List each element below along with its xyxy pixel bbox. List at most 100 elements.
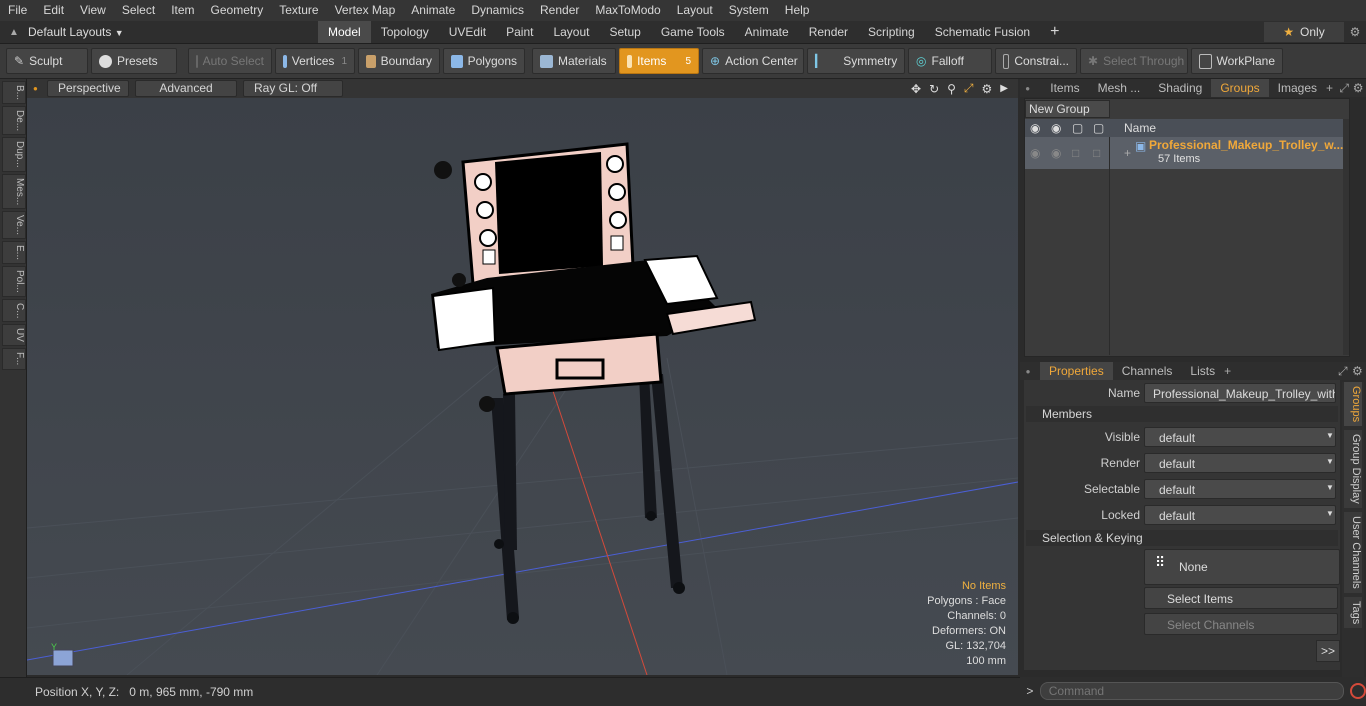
vertices-button[interactable]: Vertices 1 bbox=[275, 48, 355, 74]
rail-tab-basic[interactable]: B... bbox=[2, 81, 26, 105]
only-toggle[interactable]: ★ Only bbox=[1264, 22, 1344, 42]
render-dropdown[interactable]: default bbox=[1144, 453, 1336, 473]
boundary-button[interactable]: Boundary bbox=[358, 48, 440, 74]
group-render-toggle[interactable]: ◉ bbox=[1051, 146, 1061, 160]
rail-tab-uv[interactable]: UV bbox=[2, 324, 26, 347]
sculpt-button[interactable]: ✎ Sculpt bbox=[6, 48, 88, 74]
command-input[interactable] bbox=[1039, 682, 1345, 700]
expand-icon[interactable]: ⤢ bbox=[1339, 81, 1352, 96]
rail-tab-vertex[interactable]: Ve... bbox=[2, 211, 26, 240]
keying-none-button[interactable]: ⠿ None bbox=[1144, 549, 1340, 585]
symmetry-button[interactable]: ▎ Symmetry bbox=[807, 48, 905, 74]
tab-layout[interactable]: Layout bbox=[543, 21, 599, 43]
menu-layout[interactable]: Layout bbox=[669, 0, 721, 21]
menu-view[interactable]: View bbox=[72, 0, 114, 21]
menu-item[interactable]: Item bbox=[163, 0, 202, 21]
selectable-dropdown[interactable]: default bbox=[1144, 479, 1336, 499]
layout-preset-dropdown[interactable]: Default Layouts ▼ bbox=[28, 25, 318, 39]
rail-tab-polygon[interactable]: Pol... bbox=[2, 266, 26, 297]
tab-properties[interactable]: Properties bbox=[1040, 362, 1113, 380]
more-button[interactable]: >> bbox=[1316, 640, 1340, 662]
menu-texture[interactable]: Texture bbox=[271, 0, 326, 21]
group-visible-toggle[interactable]: ◉ bbox=[1030, 146, 1040, 160]
tab-shading[interactable]: Shading bbox=[1149, 79, 1211, 97]
record-stop-icon[interactable] bbox=[1350, 683, 1366, 699]
lock-icon[interactable]: ▢ bbox=[1072, 121, 1083, 135]
action-center-button[interactable]: ⊕ Action Center bbox=[702, 48, 804, 74]
tab-channels[interactable]: Channels bbox=[1113, 362, 1182, 380]
menu-render[interactable]: Render bbox=[532, 0, 587, 21]
groups-scrollbar[interactable] bbox=[1343, 119, 1349, 355]
constraints-button[interactable]: Constrai... bbox=[995, 48, 1077, 74]
panel-dot-icon[interactable]: ● bbox=[1020, 84, 1035, 93]
move-view-icon[interactable]: ✥ bbox=[911, 82, 921, 96]
polygons-button[interactable]: Polygons bbox=[443, 48, 525, 74]
visibility-eye-icon[interactable]: ◉ bbox=[1030, 121, 1040, 135]
side-tab-user-channels[interactable]: User Channels bbox=[1344, 511, 1362, 593]
tab-lists[interactable]: Lists bbox=[1181, 362, 1224, 380]
items-button[interactable]: Items 5 bbox=[619, 48, 699, 74]
menu-help[interactable]: Help bbox=[777, 0, 818, 21]
side-tab-group-display[interactable]: Group Display bbox=[1344, 430, 1362, 508]
gear-icon[interactable]: ⚙ bbox=[1344, 25, 1366, 39]
group-select-toggle[interactable]: □ bbox=[1093, 146, 1100, 160]
menu-file[interactable]: File bbox=[0, 0, 35, 21]
tab-uvedit[interactable]: UVEdit bbox=[439, 21, 496, 43]
add-tab-button[interactable]: + bbox=[1040, 21, 1069, 43]
3d-viewport[interactable]: Y No Items Polygons : Face Channels: 0 D… bbox=[27, 98, 1018, 675]
render-icon[interactable]: ◉ bbox=[1051, 121, 1061, 135]
rail-tab-duplicate[interactable]: Dup... bbox=[2, 137, 26, 172]
side-tab-tags[interactable]: Tags bbox=[1344, 596, 1362, 628]
add-panel-tab-icon[interactable]: + bbox=[1326, 81, 1339, 95]
menu-geometry[interactable]: Geometry bbox=[203, 0, 272, 21]
members-section[interactable]: Members bbox=[1026, 406, 1338, 422]
rail-tab-curve[interactable]: C... bbox=[2, 298, 26, 323]
menu-vertex-map[interactable]: Vertex Map bbox=[327, 0, 404, 21]
menu-edit[interactable]: Edit bbox=[35, 0, 72, 21]
group-list-item[interactable]: ◉ ◉ □ □ + ▣ Professional_Makeup_Trolley_… bbox=[1025, 137, 1347, 169]
viewport-play-icon[interactable]: ▶ bbox=[1000, 83, 1008, 94]
rail-tab-deform[interactable]: De... bbox=[2, 106, 26, 136]
menu-dynamics[interactable]: Dynamics bbox=[463, 0, 532, 21]
side-tab-groups[interactable]: Groups bbox=[1344, 382, 1362, 427]
fit-view-icon[interactable]: ⤢ bbox=[964, 81, 974, 96]
tab-render[interactable]: Render bbox=[799, 21, 858, 43]
selection-keying-section[interactable]: Selection & Keying bbox=[1026, 530, 1338, 546]
menu-animate[interactable]: Animate bbox=[403, 0, 463, 21]
rail-tab-mesh-edit[interactable]: Mes... bbox=[2, 173, 26, 210]
tab-images[interactable]: Images bbox=[1269, 79, 1326, 97]
menu-maxtomodo[interactable]: MaxToModo bbox=[587, 0, 668, 21]
viewport-dot-icon[interactable]: ● bbox=[33, 84, 41, 93]
locked-dropdown[interactable]: default bbox=[1144, 505, 1336, 525]
tab-model[interactable]: Model bbox=[318, 21, 371, 43]
tab-mesh[interactable]: Mesh ... bbox=[1089, 79, 1150, 97]
perspective-button[interactable]: Perspective bbox=[47, 80, 129, 97]
select-items-button[interactable]: Select Items bbox=[1144, 587, 1338, 609]
falloff-button[interactable]: ◎ Falloff bbox=[908, 48, 992, 74]
tab-setup[interactable]: Setup bbox=[599, 21, 650, 43]
rail-tab-edge[interactable]: E... bbox=[2, 241, 26, 265]
viewport-gear-icon[interactable]: ⚙ bbox=[982, 82, 993, 96]
group-lock-toggle[interactable]: □ bbox=[1072, 146, 1079, 160]
tab-topology[interactable]: Topology bbox=[371, 21, 439, 43]
advanced-button[interactable]: Advanced bbox=[135, 80, 237, 97]
props-dot-icon[interactable]: ● bbox=[1020, 367, 1036, 376]
rotate-view-icon[interactable]: ↻ bbox=[929, 82, 939, 96]
tab-items[interactable]: Items bbox=[1041, 79, 1088, 97]
menu-select[interactable]: Select bbox=[114, 0, 163, 21]
props-gear-icon[interactable]: ⚙ bbox=[1352, 364, 1366, 378]
add-props-tab-icon[interactable]: + bbox=[1224, 364, 1238, 378]
tab-groups[interactable]: Groups bbox=[1211, 79, 1269, 97]
workplane-button[interactable]: WorkPlane bbox=[1191, 48, 1283, 74]
name-field[interactable]: Professional_Makeup_Trolley_with_Lig bbox=[1144, 383, 1336, 403]
layout-collapse-icon[interactable]: ▲ bbox=[0, 27, 28, 38]
tab-schematic-fusion[interactable]: Schematic Fusion bbox=[925, 21, 1040, 43]
panel-gear-icon[interactable]: ⚙ bbox=[1353, 81, 1366, 95]
expand-plus-icon[interactable]: + bbox=[1124, 146, 1131, 160]
materials-button[interactable]: Materials bbox=[532, 48, 616, 74]
props-expand-icon[interactable]: ⤢ bbox=[1338, 364, 1352, 379]
tab-animate[interactable]: Animate bbox=[735, 21, 799, 43]
auto-select-button[interactable]: Auto Select bbox=[188, 48, 272, 74]
presets-button[interactable]: Presets bbox=[91, 48, 177, 74]
select-through-button[interactable]: ✱ Select Through bbox=[1080, 48, 1188, 74]
